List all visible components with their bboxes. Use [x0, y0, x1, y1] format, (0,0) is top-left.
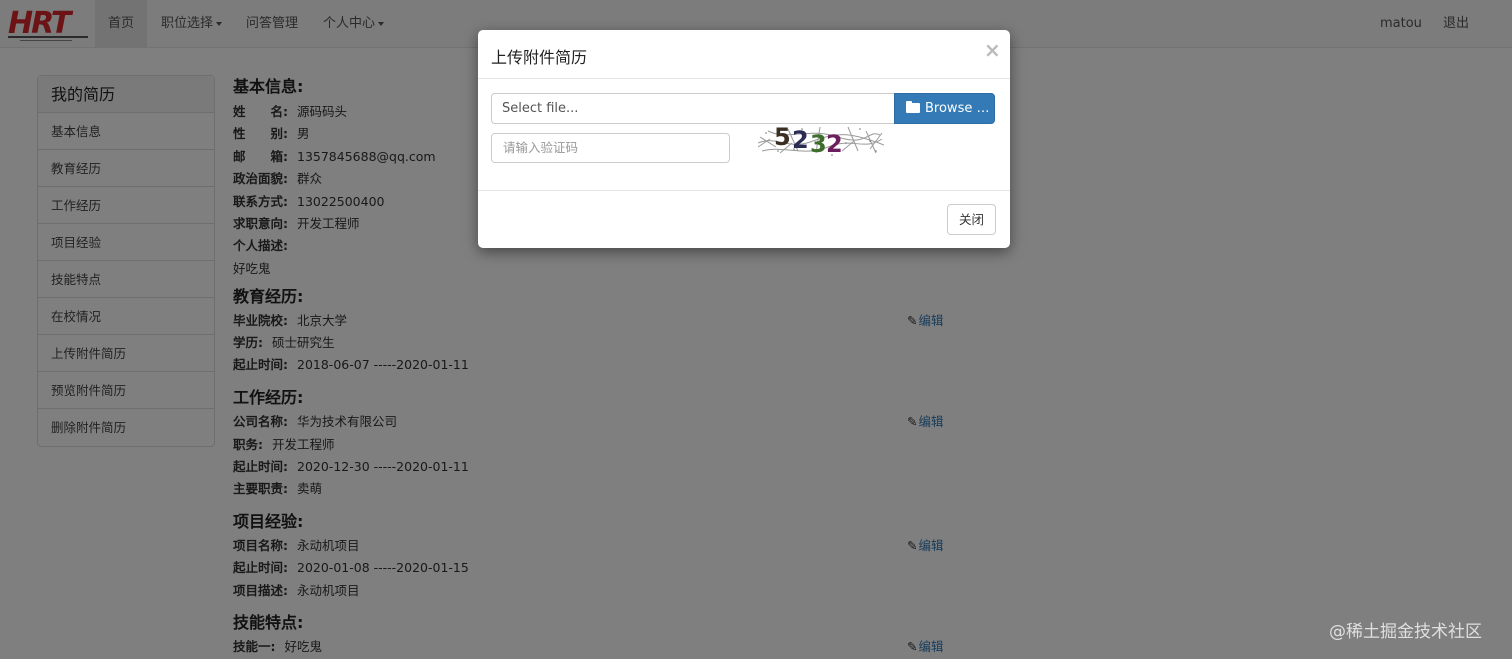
modal-header: 上传附件简历 × — [478, 30, 1010, 79]
captcha-digit: 2 — [792, 126, 809, 154]
folder-open-icon — [906, 101, 920, 113]
modal-title: 上传附件简历 — [491, 48, 588, 67]
close-button[interactable]: 关闭 — [947, 204, 996, 235]
close-icon[interactable]: × — [984, 40, 1001, 60]
captcha-image[interactable]: 5 2 3 2 — [758, 121, 884, 159]
browse-button-label: Browse … — [925, 101, 990, 116]
file-path-input[interactable]: Select file... — [491, 93, 894, 124]
captcha-digit: 5 — [774, 123, 791, 151]
watermark: @稀土掘金技术社区 — [1329, 622, 1482, 642]
captcha-digit: 3 — [810, 130, 827, 158]
browse-button[interactable]: Browse … — [894, 93, 995, 124]
modal-footer — [478, 190, 1010, 248]
captcha-digit: 2 — [826, 130, 843, 158]
upload-resume-modal: 上传附件简历 × Select file... Browse … 请输入验证码 … — [478, 30, 1010, 248]
captcha-input[interactable]: 请输入验证码 — [491, 133, 730, 163]
